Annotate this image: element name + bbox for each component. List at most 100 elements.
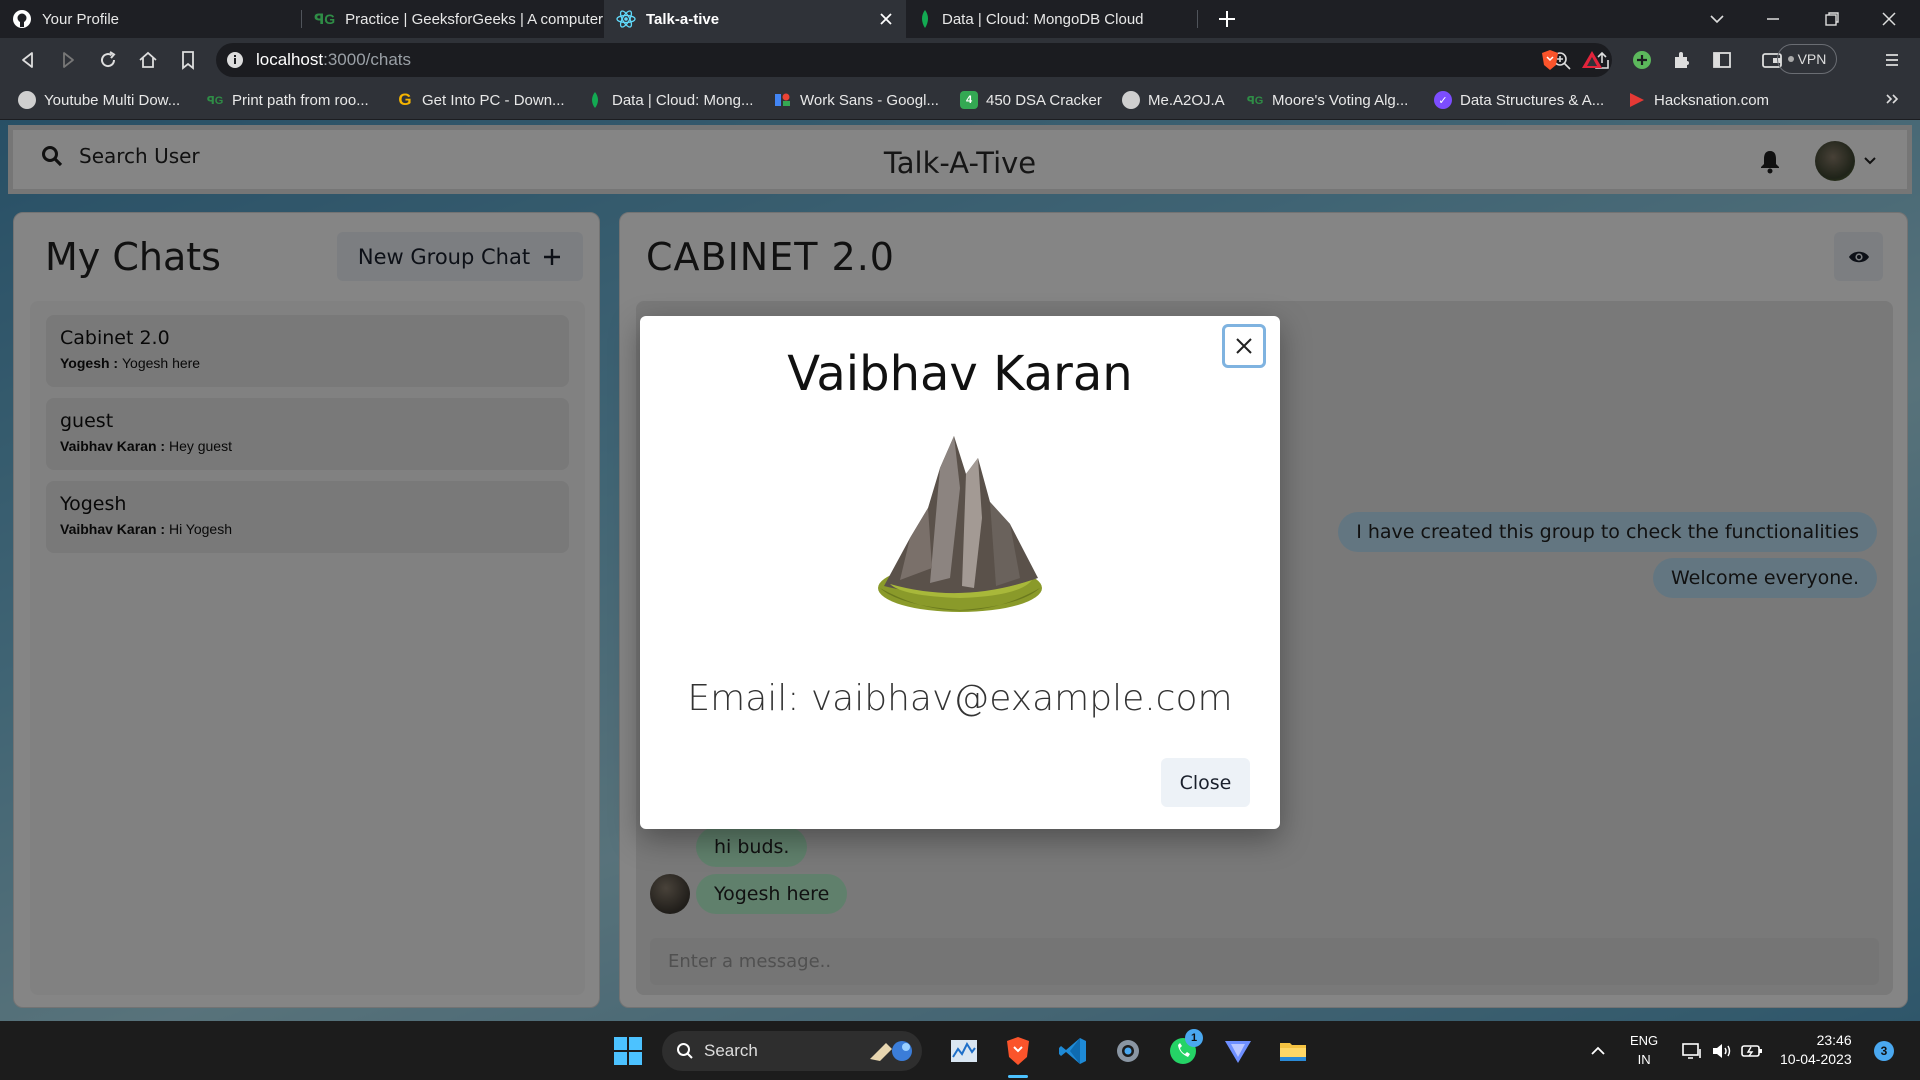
bookmark-item[interactable]: G Get Into PC - Down... bbox=[396, 90, 565, 109]
mongodb-icon bbox=[586, 91, 604, 109]
geeksforgeeks-icon: ꟼG bbox=[1246, 94, 1264, 107]
globe-icon bbox=[1122, 91, 1140, 109]
dsa-cracker-icon: 4 bbox=[960, 91, 978, 109]
globe-icon bbox=[18, 91, 36, 109]
browser-menu-icon[interactable] bbox=[1880, 48, 1904, 72]
modal-title: Vaibhav Karan bbox=[787, 346, 1133, 402]
tab-search-chevron-icon[interactable] bbox=[1708, 10, 1726, 28]
mongodb-icon bbox=[918, 9, 932, 29]
vpn-button[interactable]: VPN bbox=[1777, 44, 1837, 74]
bookmark-label: Data Structures & A... bbox=[1460, 91, 1605, 109]
address-bar-row: localhost :3000/chats VPN bbox=[0, 38, 1920, 82]
bookmark-label: Hacksnation.com bbox=[1654, 91, 1770, 109]
profile-modal: Vaibhav Karan Email: vaibhav@example.com… bbox=[640, 316, 1280, 829]
profile-picture bbox=[870, 428, 1050, 618]
clock-time: 23:46 bbox=[1816, 1032, 1852, 1048]
tab-mongodb[interactable]: Data | Cloud: MongoDB Cloud bbox=[906, 0, 1198, 38]
tab-title: Practice | GeeksforGeeks | A computer bbox=[345, 10, 604, 28]
bookmark-label: Me.A2OJ.A bbox=[1148, 91, 1225, 109]
bookmark-item[interactable]: Me.A2OJ.A bbox=[1122, 91, 1225, 109]
bookmark-item[interactable]: ꟼG Print path from roo... bbox=[206, 91, 369, 109]
geeksforgeeks-icon: ꟼG bbox=[206, 94, 224, 107]
browser-tab-strip: Your Profile ꟼG Practice | GeeksforGeeks… bbox=[0, 0, 1920, 38]
bookmark-label: Moore's Voting Alg... bbox=[1272, 91, 1409, 109]
taskbar-search-label: Search bbox=[704, 1041, 758, 1060]
extension-add-icon[interactable] bbox=[1630, 48, 1654, 72]
forward-icon[interactable] bbox=[56, 48, 80, 72]
tray-chevron-up-icon[interactable] bbox=[1586, 1039, 1610, 1063]
minimize-icon[interactable] bbox=[1764, 10, 1782, 28]
vscode-icon[interactable] bbox=[1057, 1035, 1089, 1067]
bookmark-item[interactable]: Data | Cloud: Mong... bbox=[586, 91, 753, 109]
checkmark-icon: ✓ bbox=[1434, 91, 1452, 109]
brave-rewards-icon[interactable] bbox=[1580, 48, 1604, 72]
tab-title: Data | Cloud: MongoDB Cloud bbox=[942, 10, 1144, 28]
modal-close-icon-button[interactable] bbox=[1222, 324, 1266, 368]
language-indicator[interactable]: ENG IN bbox=[1630, 1031, 1658, 1069]
profile-email: Email: vaibhav@example.com bbox=[687, 678, 1233, 719]
close-tab-icon[interactable] bbox=[876, 9, 896, 29]
language-code: ENG bbox=[1630, 1033, 1659, 1048]
window-close-icon[interactable] bbox=[1880, 10, 1898, 28]
github-icon bbox=[12, 9, 32, 29]
bookmark-item[interactable]: Hacksnation.com bbox=[1628, 91, 1769, 109]
back-icon[interactable] bbox=[16, 48, 40, 72]
vpn-label: VPN bbox=[1797, 51, 1827, 67]
vpn-app-icon[interactable] bbox=[1222, 1035, 1254, 1067]
bookmarks-bar: Youtube Multi Dow... ꟼG Print path from … bbox=[0, 82, 1920, 120]
windows-taskbar: Search 1 ENG IN 23:46 10-04-2023 3 bbox=[0, 1021, 1920, 1080]
url-bar[interactable]: localhost :3000/chats bbox=[216, 43, 1612, 77]
get-into-pc-icon: G bbox=[398, 90, 412, 109]
url-path: :3000/chats bbox=[323, 50, 412, 69]
tab-your-profile[interactable]: Your Profile bbox=[0, 0, 302, 38]
bookmark-label: Youtube Multi Dow... bbox=[44, 91, 181, 109]
volume-icon[interactable] bbox=[1710, 1039, 1734, 1063]
extensions-puzzle-icon[interactable] bbox=[1670, 48, 1694, 72]
reload-icon[interactable] bbox=[96, 48, 120, 72]
region-code: IN bbox=[1637, 1052, 1651, 1067]
whatsapp-badge: 1 bbox=[1185, 1029, 1203, 1047]
tab-geeksforgeeks[interactable]: ꟼG Practice | GeeksforGeeks | A computer bbox=[302, 0, 604, 38]
bookmark-label: 450 DSA Cracker bbox=[986, 91, 1102, 109]
bookmark-item[interactable]: 4 450 DSA Cracker bbox=[960, 91, 1102, 109]
task-manager-icon[interactable] bbox=[948, 1035, 980, 1067]
search-icon bbox=[676, 1042, 694, 1060]
google-fonts-icon bbox=[774, 91, 792, 109]
battery-icon[interactable] bbox=[1740, 1039, 1764, 1063]
restore-icon[interactable] bbox=[1823, 10, 1841, 28]
bookmark-icon[interactable] bbox=[176, 48, 200, 72]
notification-count-badge[interactable]: 3 bbox=[1874, 1041, 1894, 1061]
bookmark-label: Get Into PC - Down... bbox=[422, 91, 565, 109]
sidebar-icon[interactable] bbox=[1710, 48, 1734, 72]
more-bookmarks-icon[interactable] bbox=[1884, 91, 1900, 107]
windows-start-icon[interactable] bbox=[612, 1035, 644, 1067]
home-icon[interactable] bbox=[136, 48, 160, 72]
bookmark-label: Print path from roo... bbox=[232, 91, 369, 109]
network-icon[interactable] bbox=[1680, 1039, 1704, 1063]
tab-title: Your Profile bbox=[42, 10, 119, 28]
bookmark-label: Data | Cloud: Mong... bbox=[612, 91, 754, 109]
hacksnation-icon bbox=[1628, 91, 1646, 109]
settings-gear-icon[interactable] bbox=[1112, 1035, 1144, 1067]
close-icon bbox=[1235, 337, 1253, 355]
brave-shield-icon[interactable] bbox=[1538, 48, 1562, 72]
file-explorer-icon[interactable] bbox=[1277, 1035, 1309, 1067]
react-icon bbox=[616, 9, 636, 29]
system-clock[interactable]: 23:46 10-04-2023 bbox=[1780, 1031, 1852, 1069]
new-tab-icon[interactable] bbox=[1216, 8, 1238, 30]
tab-talk-a-tive[interactable]: Talk-a-tive bbox=[604, 0, 906, 38]
bookmark-item[interactable]: ꟼG Moore's Voting Alg... bbox=[1246, 91, 1409, 109]
clock-date: 10-04-2023 bbox=[1780, 1051, 1852, 1067]
close-button[interactable]: Close bbox=[1161, 758, 1250, 807]
bookmark-item[interactable]: Youtube Multi Dow... bbox=[18, 91, 180, 109]
bookmark-label: Work Sans - Googl... bbox=[800, 91, 939, 109]
site-info-icon[interactable] bbox=[226, 51, 244, 69]
bookmark-item[interactable]: ✓ Data Structures & A... bbox=[1434, 91, 1604, 109]
brave-browser-icon[interactable] bbox=[1002, 1035, 1034, 1067]
geeksforgeeks-icon: ꟼG bbox=[314, 10, 336, 27]
tab-title: Talk-a-tive bbox=[646, 10, 720, 28]
active-app-indicator bbox=[1008, 1075, 1028, 1078]
url-host: localhost bbox=[256, 50, 324, 69]
search-highlight-icon[interactable] bbox=[866, 1035, 918, 1067]
bookmark-item[interactable]: Work Sans - Googl... bbox=[774, 91, 939, 109]
